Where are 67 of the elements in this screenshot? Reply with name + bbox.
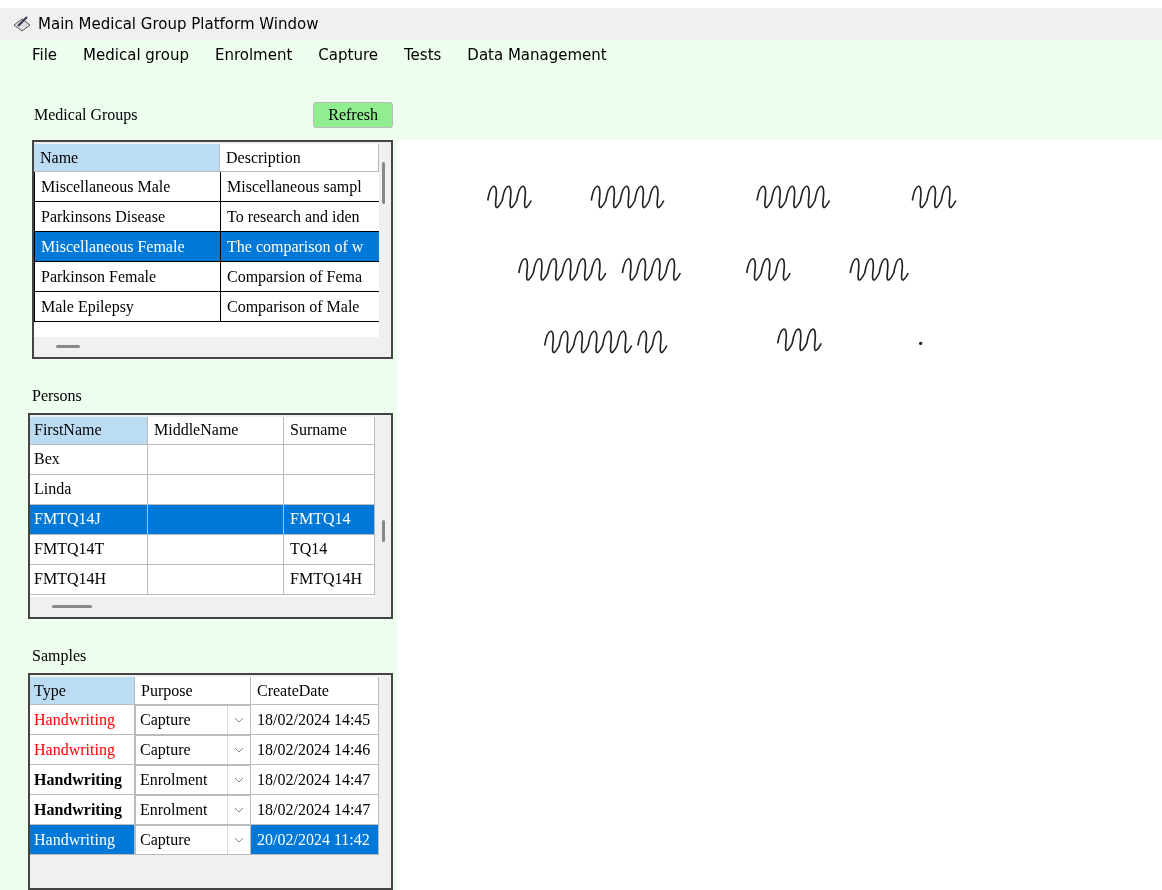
table-cell: Miscellaneous Male (35, 172, 221, 202)
menu-item[interactable]: Capture (318, 46, 378, 72)
menu-item[interactable]: Enrolment (214, 46, 293, 72)
scrollbar-thumb[interactable] (382, 519, 385, 542)
table-cell: 18/02/2024 14:47 (251, 765, 379, 795)
table-cell: 18/02/2024 14:45 (251, 705, 379, 735)
table-row[interactable]: FMTQ14H FMTQ14H (30, 564, 375, 595)
section-label: Persons (32, 386, 82, 405)
table-row[interactable]: Linda (30, 474, 375, 505)
chevron-icon (234, 717, 244, 723)
window-title: Main Medical Group Platform Window (38, 15, 319, 33)
table-cell: FMTQ14 (284, 504, 375, 535)
purpose-dropdown[interactable]: Capture (135, 825, 251, 855)
menu-item[interactable]: Tests (404, 46, 442, 72)
menu-item[interactable]: Medical group (83, 46, 189, 72)
table-row[interactable]: Miscellaneous Female The comparison of w (34, 232, 379, 262)
column-header[interactable]: CreateDate (251, 677, 379, 705)
table-cell: Linda (30, 474, 148, 505)
purpose-dropdown[interactable]: Enrolment (135, 765, 251, 795)
table-cell: 18/02/2024 14:46 (251, 735, 379, 765)
column-header[interactable]: Description (220, 144, 379, 172)
column-header[interactable]: MiddleName (148, 416, 284, 445)
table-cell: Comparison of Male (221, 292, 379, 322)
scrollbar-thumb[interactable] (382, 162, 385, 204)
scrollbar-thumb[interactable] (52, 605, 92, 608)
table-cell: FMTQ14J (30, 504, 148, 535)
table-row[interactable]: Handwriting Enrolment 18/02/2024 14:47 (30, 765, 379, 795)
purpose-dropdown[interactable]: Capture (135, 705, 251, 735)
table-row[interactable]: Miscellaneous Male Miscellaneous sampl (34, 172, 379, 202)
table-cell: 20/02/2024 11:42 (251, 825, 379, 855)
table-cell: FMTQ14T (30, 534, 148, 565)
menu-item[interactable]: File (32, 46, 58, 72)
table-cell: Male Epilepsy (35, 292, 221, 322)
chevron-icon (234, 777, 244, 783)
column-header[interactable]: Type (30, 677, 135, 705)
table-row[interactable]: Handwriting Capture 18/02/2024 14:45 (30, 705, 379, 735)
table-cell: TQ14 (284, 534, 375, 565)
table-cell: Parkinson Female (35, 262, 221, 292)
purpose-dropdown[interactable]: Capture (135, 735, 251, 765)
table-row[interactable]: Handwriting Capture 20/02/2024 11:42 (30, 825, 379, 855)
table-row[interactable]: FMTQ14T TQ14 (30, 534, 375, 565)
table-cell: Comparsion of Fema (221, 262, 379, 292)
column-header[interactable]: Name (34, 144, 220, 172)
menu-item[interactable]: Data Management (467, 46, 607, 72)
chevron-icon (234, 807, 244, 813)
table-cell: Miscellaneous sampl (221, 172, 379, 202)
table-row[interactable]: Male Epilepsy Comparison of Male (34, 292, 379, 322)
table-row[interactable]: Handwriting Enrolment 18/02/2024 14:47 (30, 795, 379, 825)
table-cell: Miscellaneous Female (35, 232, 221, 262)
column-header[interactable]: FirstName (30, 416, 148, 445)
chevron-icon (234, 747, 244, 753)
table-cell: FMTQ14H (284, 564, 375, 595)
table-cell: Bex (30, 444, 148, 475)
table-row[interactable]: Parkinson Female Comparsion of Fema (34, 262, 379, 292)
table-row[interactable]: Handwriting Capture 18/02/2024 14:46 (30, 735, 379, 765)
section-label: Medical Groups (34, 106, 138, 124)
refresh-button[interactable]: Refresh (313, 102, 393, 128)
section-label: Samples (32, 647, 87, 665)
column-header[interactable]: Surname (284, 416, 375, 445)
scrollbar-thumb[interactable] (56, 344, 80, 348)
purpose-dropdown[interactable]: Enrolment (135, 795, 251, 825)
table-row[interactable]: FMTQ14J FMTQ14 (30, 504, 375, 535)
chevron-icon (234, 837, 244, 843)
table-cell: The comparison of w (221, 232, 379, 262)
table-cell: FMTQ14H (30, 564, 148, 595)
table-row[interactable]: Bex (30, 444, 375, 475)
app-icon (12, 15, 32, 33)
